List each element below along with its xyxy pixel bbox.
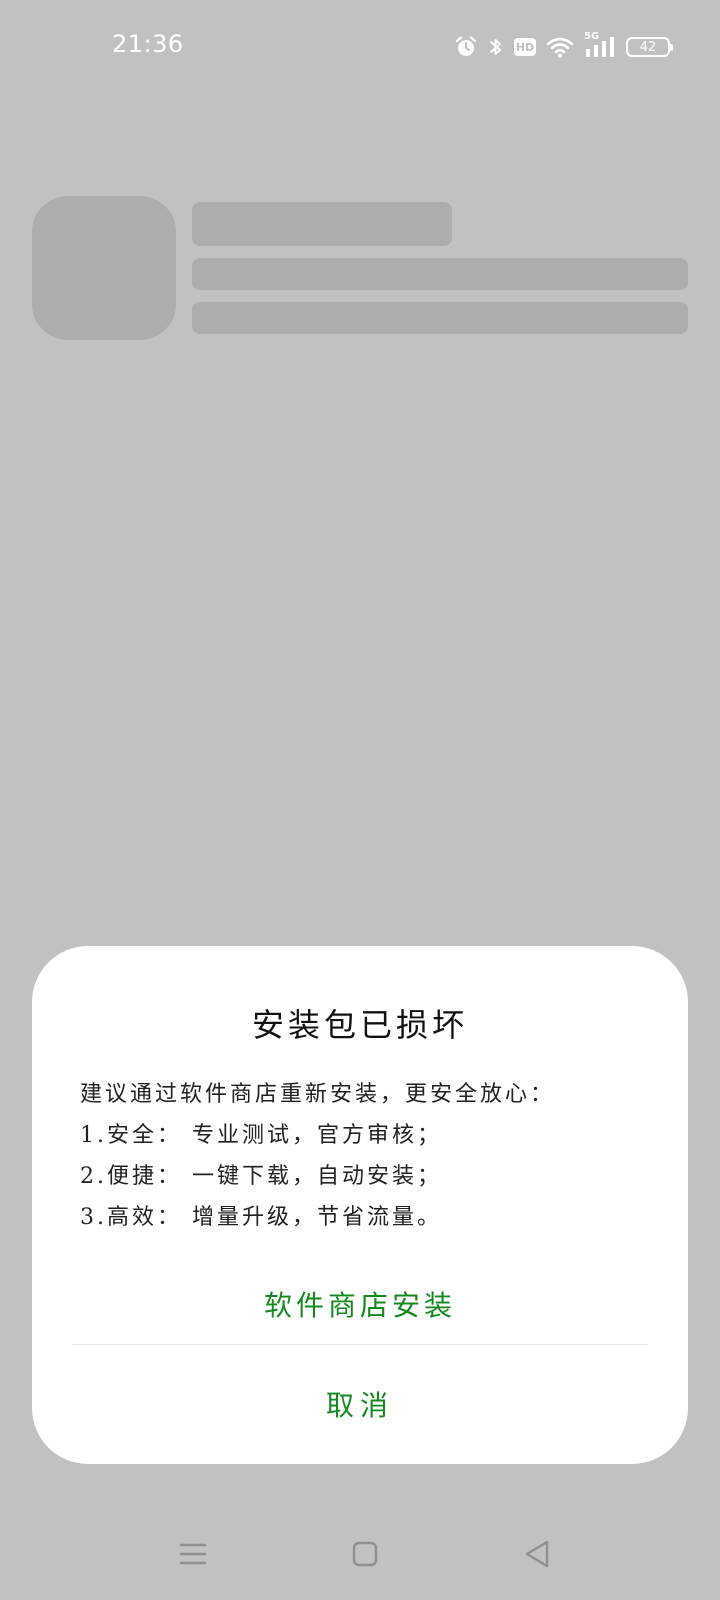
battery-icon: 42 xyxy=(626,37,673,57)
install-from-app-store-button[interactable]: 软件商店安装 xyxy=(32,1276,688,1336)
menu-button[interactable] xyxy=(173,1534,213,1574)
dialog-message-line: 1.安全： 专业测试，官方审核； xyxy=(80,1123,442,1148)
back-button[interactable] xyxy=(517,1534,557,1574)
network-label: 5G xyxy=(584,31,600,42)
back-icon xyxy=(525,1540,549,1568)
dialog-message: 建议通过软件商店重新安装，更安全放心： 1.安全： 专业测试，官方审核； 2.便… xyxy=(80,1074,660,1238)
dialog-title: 安装包已损坏 xyxy=(251,1006,468,1044)
status-bar: 21:36 HD 5G 42 xyxy=(0,0,720,96)
status-icons: HD 5G 42 xyxy=(454,31,673,62)
dialog-divider xyxy=(72,1344,648,1345)
screen: 21:36 HD 5G 42 安装包已损坏 建议通过软件商店重新安装，更安全放心… xyxy=(0,0,720,1600)
home-button[interactable] xyxy=(345,1534,385,1574)
dialog-message-line: 建议通过软件商店重新安装，更安全放心： xyxy=(80,1082,556,1107)
home-icon xyxy=(352,1541,378,1567)
cancel-button[interactable]: 取消 xyxy=(32,1376,688,1436)
menu-icon xyxy=(179,1543,207,1565)
battery-level: 42 xyxy=(639,39,657,55)
placeholder-line-2 xyxy=(192,302,688,334)
dialog-message-line: 2.便捷： 一键下载，自动安装； xyxy=(80,1164,442,1189)
placeholder-line-1 xyxy=(192,258,688,290)
wifi-icon xyxy=(546,36,574,58)
hd-icon: HD xyxy=(514,38,536,56)
signal-5g-icon: 5G xyxy=(584,31,616,59)
alarm-icon xyxy=(454,35,478,59)
placeholder-title-bar xyxy=(192,202,452,246)
bluetooth-icon xyxy=(488,35,504,59)
dialog-message-line: 3.高效： 增量升级，节省流量。 xyxy=(80,1205,442,1230)
navigation-bar xyxy=(0,1520,720,1590)
status-time: 21:36 xyxy=(112,30,184,58)
damaged-package-dialog: 安装包已损坏 建议通过软件商店重新安装，更安全放心： 1.安全： 专业测试，官方… xyxy=(32,946,688,1464)
placeholder-app-icon xyxy=(32,196,176,340)
